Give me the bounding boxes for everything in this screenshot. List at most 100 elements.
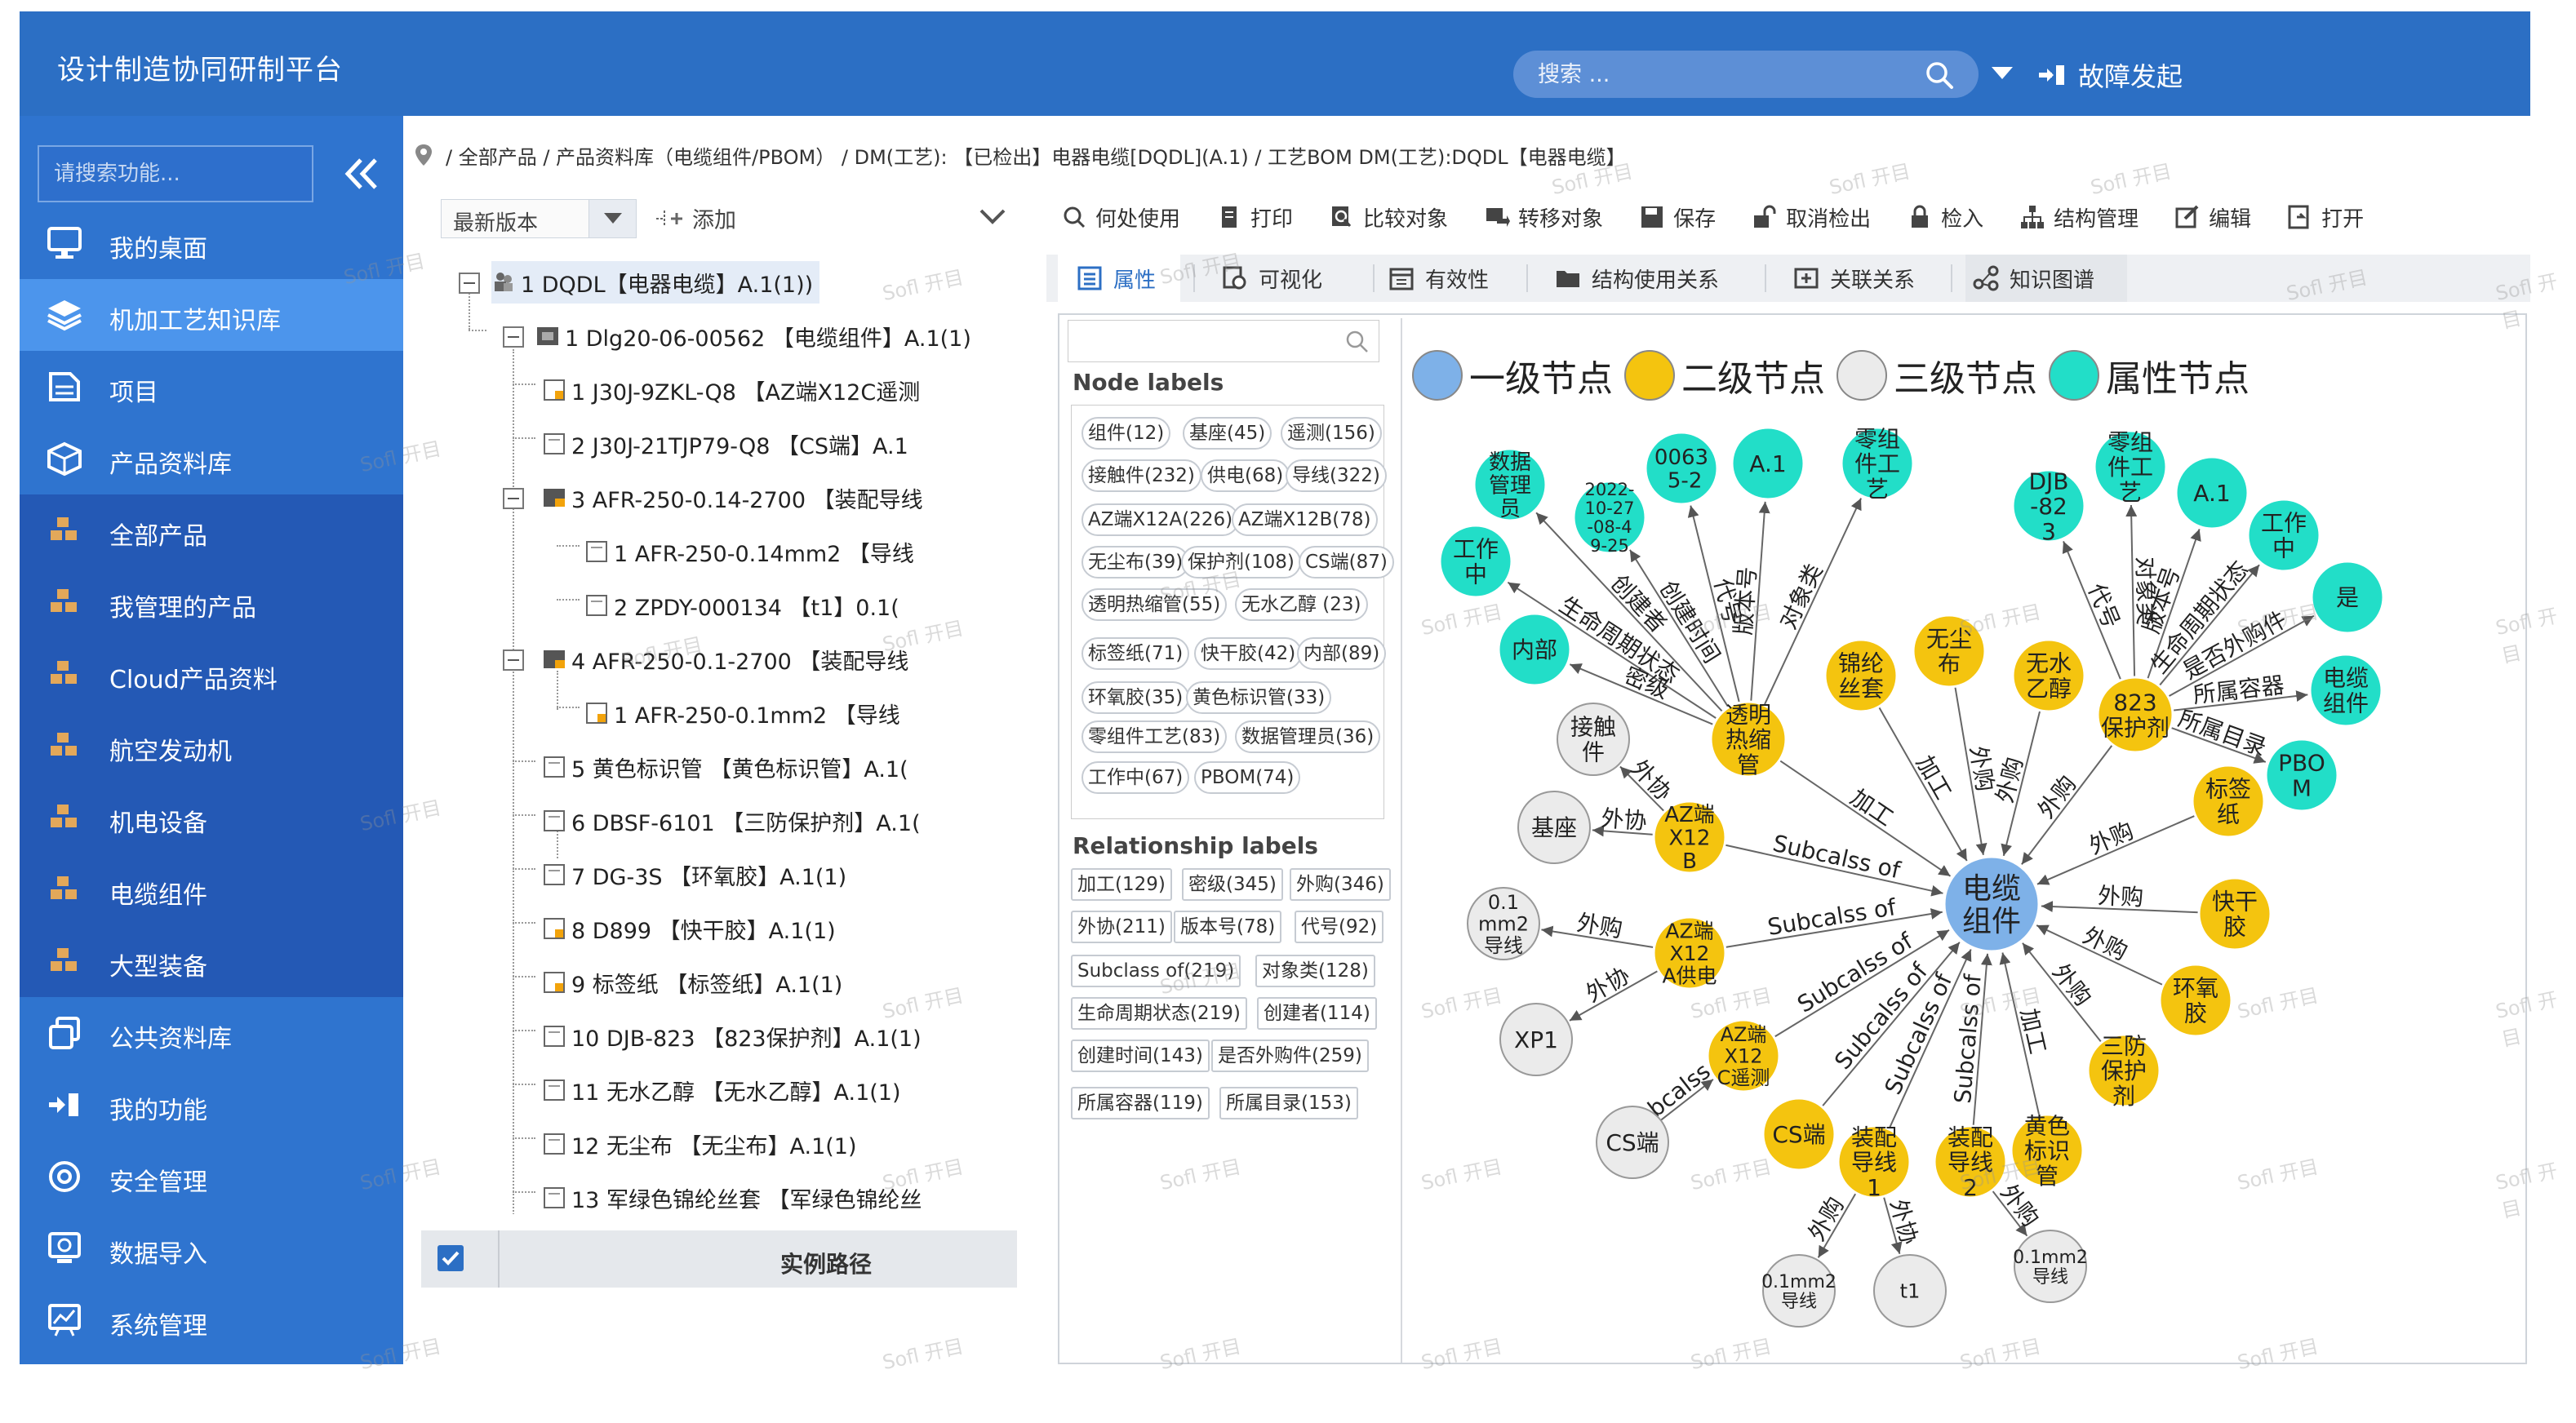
graph-node[interactable]: DJB -82 3 (2011, 468, 2086, 545)
sidebar-item-electromech[interactable]: 机电设备 (20, 782, 403, 853)
tree-node[interactable]: 8 D899 【快干胶】A.1(1) (542, 907, 836, 950)
relationship-label-chip[interactable]: 加工(129) (1071, 868, 1172, 901)
sidebar-item-my-products[interactable]: 我管理的产品 (20, 566, 403, 638)
graph-node[interactable]: t1 (1873, 1254, 1947, 1328)
knowledge-graph-canvas[interactable]: 创建者创建时间代号版本号 对象类生命周期状态密级加工加工 外购外购代号 对象类版本号生… (1412, 315, 2530, 1368)
sidebar-item-my-functions[interactable]: 我的功能 (20, 1069, 403, 1141)
relationship-label-chip[interactable]: 外协(211) (1071, 911, 1172, 943)
tree-node-root[interactable]: 1 DQDL【电器电缆】A.1(1)) (491, 261, 820, 304)
graph-node[interactable]: A.1 (2174, 455, 2250, 530)
graph-edge[interactable]: 外购 (1954, 686, 1999, 856)
node-label-chip[interactable]: 零组件工艺(83) (1081, 720, 1228, 753)
graph-node[interactable]: XP1 (1499, 1003, 1573, 1076)
graph-node[interactable]: 电缆组件 (1943, 855, 2041, 953)
relationship-label-chip[interactable]: Subclass of(219) (1071, 955, 1241, 987)
graph-node[interactable]: 0.1mm2导线 (2013, 1230, 2088, 1303)
tree-node[interactable]: 10 DJB-823 【823保护剂】A.1(1) (542, 1015, 922, 1057)
global-search-input[interactable] (1538, 57, 1897, 91)
sidebar-item-aero-engine[interactable]: 航空发动机 (20, 710, 403, 782)
relationship-label-chip[interactable]: 是否外购件(259) (1211, 1040, 1369, 1072)
graph-node[interactable]: 电缆组件 (2308, 653, 2383, 728)
tree-node[interactable]: 1 AFR-250-0.1mm2 【导线 (584, 692, 900, 734)
tree-node[interactable]: 1 AFR-250-0.14mm2 【导线 (584, 530, 914, 573)
breadcrumb-path[interactable]: / 全部产品 / 产品资料库（电缆组件/PBOM） / DM(工艺): 【已检出… (446, 141, 1626, 170)
structure-manage-button[interactable]: 结构管理 (2019, 202, 2139, 233)
graph-node[interactable]: 零组件工艺 (1840, 425, 1915, 503)
graph-node[interactable]: 三防保护剂 (2086, 1032, 2161, 1110)
tree-node[interactable]: 12 无尘布 【无尘布】A.1(1) (542, 1123, 857, 1165)
fault-initiate-button[interactable]: 故障发起 (2036, 55, 2183, 95)
relationship-label-chip[interactable]: 密级(345) (1182, 868, 1283, 901)
search-icon[interactable] (1923, 59, 1956, 91)
node-label-chip[interactable]: CS端(87) (1299, 546, 1394, 579)
tree-node[interactable]: 2 ZPDY-000134 【t1】0.1( (584, 584, 899, 627)
sidebar-item-cloud-products[interactable]: Cloud产品资料 (20, 638, 403, 710)
legend-item-level1[interactable]: 一级节点 (1412, 349, 1613, 401)
tree-collapse-toggle[interactable] (459, 273, 480, 294)
graph-node[interactable]: 0.1mm2导线 (1761, 1254, 1837, 1328)
tree-node[interactable]: 3 AFR-250-0.14-2700 【装配导线 (542, 477, 923, 519)
graph-edge[interactable]: 外购 (1991, 710, 2041, 857)
node-label-chip[interactable]: 环氧胶(35) (1081, 681, 1190, 714)
graph-edge[interactable]: 加工 (1999, 952, 2051, 1116)
graph-node[interactable]: A.1 (1730, 426, 1805, 501)
sidebar-item-public-library[interactable]: 公共资料库 (20, 997, 403, 1069)
graph-node[interactable]: 工作中 (1438, 524, 1513, 599)
node-label-chip[interactable]: 遥测(156) (1281, 417, 1382, 450)
legend-item-attribute[interactable]: 属性节点 (2049, 349, 2250, 401)
tree-collapse-toggle[interactable] (503, 488, 524, 509)
relationship-label-chip[interactable]: 生命周期状态(219) (1071, 997, 1247, 1030)
sidebar-item-data-import[interactable]: 数据导入 (20, 1212, 403, 1284)
node-label-chip[interactable]: 导线(322) (1286, 459, 1387, 492)
collapse-sidebar-icon[interactable] (340, 153, 384, 194)
open-button[interactable]: 打开 (2287, 202, 2364, 233)
node-label-chip[interactable]: 工作中(67) (1081, 761, 1190, 794)
tree-node[interactable]: 6 DBSF-6101 【三防保护剂】A.1( (542, 800, 921, 842)
tab-effectivity[interactable]: 有效性 (1388, 255, 1489, 302)
graph-node[interactable]: 零组件工艺 (2093, 428, 2168, 506)
checkin-button[interactable]: 检入 (1907, 202, 1983, 233)
graph-edge[interactable]: 版本号 (1730, 501, 1770, 703)
graph-node[interactable]: CS端 (1761, 1097, 1837, 1172)
relationship-label-chip[interactable]: 外购(346) (1290, 868, 1391, 901)
tree-node[interactable]: 13 军绿色锦纶丝套 【军绿色锦纶丝 (542, 1177, 922, 1214)
node-label-chip[interactable]: 基座(45) (1183, 417, 1272, 450)
graph-node[interactable]: 接触件 (1557, 703, 1630, 776)
cancel-checkout-button[interactable]: 取消检出 (1752, 202, 1871, 233)
print-button[interactable]: 打印 (1216, 202, 1293, 233)
graph-node[interactable]: 0063 5-2 (1644, 431, 1719, 506)
sidebar-item-security[interactable]: 安全管理 (20, 1141, 403, 1212)
relationship-label-chip[interactable]: 所属容器(119) (1071, 1087, 1210, 1119)
graph-node[interactable]: 透明热缩管 (1709, 700, 1788, 778)
edit-button[interactable]: 编辑 (2174, 202, 2251, 233)
graph-node[interactable]: 基座 (1517, 791, 1591, 864)
add-button[interactable]: 添加 (653, 202, 736, 234)
select-all-checkbox[interactable] (437, 1245, 464, 1271)
graph-node[interactable]: 无尘布 (1912, 614, 1987, 689)
node-label-chip[interactable]: 黄色标识管(33) (1186, 681, 1332, 714)
tree-node[interactable]: 1 J30J-9ZKL-Q8 【AZ端X12C遥测 (542, 369, 920, 411)
tree-node[interactable]: 11 无水乙醇 【无水乙醇】A.1(1) (542, 1069, 901, 1111)
save-button[interactable]: 保存 (1639, 202, 1716, 233)
node-label-chip[interactable]: 保护剂(108) (1181, 546, 1301, 579)
tab-structure-usage[interactable]: 结构使用关系 (1554, 255, 1719, 302)
tree-node[interactable]: 4 AFR-250-0.1-2700 【装配导线 (542, 638, 908, 680)
graph-node[interactable]: 环氧胶 (2158, 963, 2233, 1038)
graph-node[interactable]: CS端 (1596, 1106, 1669, 1179)
relationship-label-chip[interactable]: 对象类(128) (1255, 955, 1375, 987)
tree-node[interactable]: 1 Dlg20-06-00562 【电缆组件】A.1(1) (535, 315, 971, 357)
node-label-chip[interactable]: PBOM(74) (1194, 761, 1301, 794)
sidebar-item-large-equipment[interactable]: 大型装备 (20, 925, 403, 997)
graph-edge[interactable]: 外协 (1569, 962, 1659, 1022)
graph-edge[interactable]: 外购 (1541, 909, 1654, 949)
tab-properties[interactable]: 属性 (1058, 255, 1180, 302)
graph-edge[interactable]: 外协 (1882, 1196, 1923, 1254)
relationship-label-chip[interactable]: 版本号(78) (1174, 911, 1282, 943)
relationship-label-chip[interactable]: 创建者(114) (1257, 997, 1377, 1030)
function-search-input[interactable] (39, 147, 312, 201)
graph-edge[interactable]: 外购 (2036, 814, 2196, 885)
tree-node[interactable]: 5 黄色标识管 【黄色标识管】A.1( (542, 746, 908, 788)
graph-edge[interactable]: 外购 (1803, 1192, 1857, 1258)
node-label-chip[interactable]: 快干胶(42) (1194, 637, 1303, 670)
sidebar-item-all-products[interactable]: 全部产品 (20, 494, 403, 566)
